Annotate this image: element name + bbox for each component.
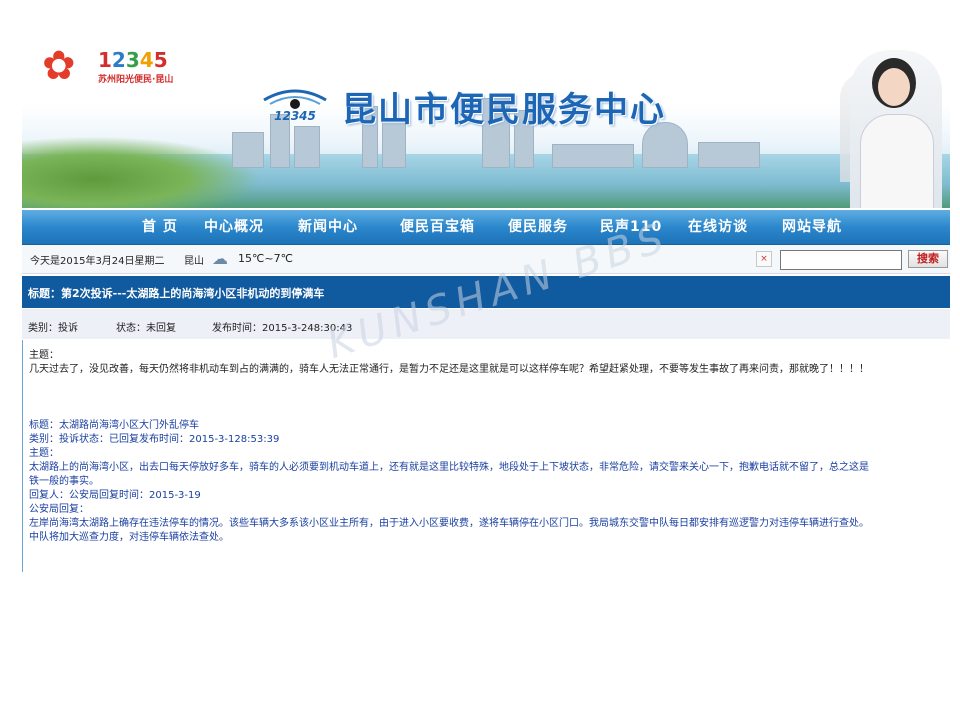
related-meta: 类别：投诉状态：已回复发布时间：2015-3-128:53:39	[29, 434, 280, 445]
weather-temperature: 15℃~7℃	[238, 252, 293, 265]
related-body-line1: 太湖路上的尚海湾小区，出去口每天停放好多车，骑车的人必须要到机动车道上，还有就是…	[29, 462, 869, 473]
post-content: 主题： 几天过去了，没见改善，每天仍然将非机动车到占的满满的，骑车人无法正常通行…	[22, 340, 951, 572]
post-body: 几天过去了，没见改善，每天仍然将非机动车到占的满满的，骑车人无法正常通行，是暂力…	[29, 364, 869, 375]
search-input[interactable]	[780, 250, 902, 270]
operator-photo	[850, 50, 942, 208]
related-reply-label: 公安局回复：	[29, 504, 89, 515]
cloudy-icon: ☁	[212, 249, 228, 268]
related-title: 标题：太湖路尚海湾小区大门外乱停车	[29, 420, 199, 431]
related-theme-label: 主题：	[29, 448, 59, 459]
logo-number: 12345	[98, 48, 168, 72]
nav-news-center[interactable]: 新闻中心	[298, 210, 358, 244]
site-logo[interactable]: ✿ 12345 苏州阳光便民·昆山	[42, 42, 222, 94]
logo-subtitle: 苏州阳光便民·昆山	[98, 75, 174, 85]
close-icon[interactable]: ×	[756, 251, 772, 267]
emblem-text: 12345	[274, 109, 316, 123]
related-reply-by: 回复人：公安局回复时间：2015-3-19	[29, 490, 201, 501]
weather-city: 昆山	[184, 256, 204, 267]
nav-convenience-box[interactable]: 便民百宝箱	[400, 210, 475, 244]
post-theme-label: 主题：	[29, 350, 59, 361]
center-emblem: 12345	[260, 82, 330, 126]
header-banner: ✿ 12345 苏州阳光便民·昆山 12345 昆山市便民服务中心	[22, 36, 950, 208]
nav-convenience-service[interactable]: 便民服务	[508, 210, 568, 244]
search-button[interactable]: 搜索	[908, 250, 948, 268]
nav-home[interactable]: 首 页	[142, 210, 178, 244]
related-reply-line2: 中队将加大巡查力度，对违停车辆依法查处。	[29, 532, 229, 543]
post-title: 标题：第2次投诉---太湖路上的尚海湾小区非机动的到停满车	[28, 287, 325, 300]
nav-site-map[interactable]: 网站导航	[782, 210, 842, 244]
current-date: 今天是2015年3月24日星期二	[30, 256, 165, 267]
nav-center-overview[interactable]: 中心概况	[204, 210, 264, 244]
nav-online-interview[interactable]: 在线访谈	[688, 210, 748, 244]
related-reply-line1: 左岸尚海湾太湖路上确存在违法停车的情况。该些车辆大多系该小区业主所有，由于进入小…	[29, 518, 869, 529]
post-status: 状态：未回复	[116, 323, 176, 334]
flower-icon: ✿	[42, 43, 76, 89]
site-title: 昆山市便民服务中心	[342, 90, 666, 130]
main-nav: 首 页 中心概况 新闻中心 便民百宝箱 便民服务 民声110 在线访谈 网站导航	[22, 210, 950, 245]
related-body-line2: 铁一般的事实。	[29, 476, 99, 487]
post-category: 类别：投诉	[28, 323, 78, 334]
